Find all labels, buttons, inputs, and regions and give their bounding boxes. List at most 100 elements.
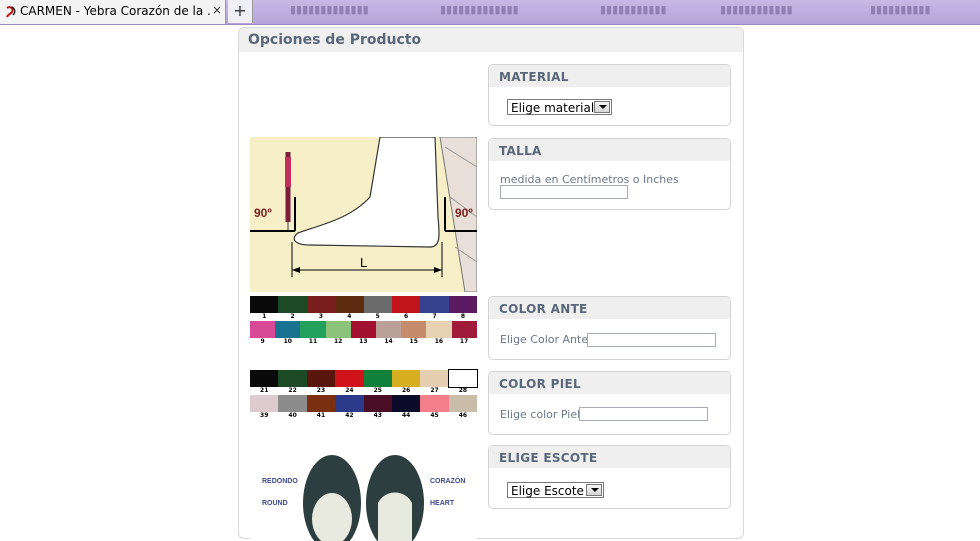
color-piel-label: Elige color Piel: [500, 408, 581, 421]
swatch-number: 41: [316, 412, 326, 419]
swatch-number: 6: [404, 313, 409, 320]
material-select-value: Elige material: [511, 101, 595, 115]
color-swatch: 22: [278, 370, 307, 394]
swatch-number: 21: [260, 387, 269, 394]
color-swatch: 10: [275, 321, 301, 345]
browser-tab-title: CARMEN - Yebra Corazón de la ...: [20, 4, 210, 18]
option-escote-header: ELIGE ESCOTE: [489, 446, 730, 468]
color-swatch: 14: [375, 321, 402, 345]
swatch-number: 5: [375, 313, 380, 320]
background-tab[interactable]: ▮▮▮▮▮▮▮▮▮▮▮▮: [720, 3, 793, 16]
ante-palette-row1: 1 2 3 4 5 6 7 8: [250, 296, 478, 320]
color-swatch: 2: [278, 296, 307, 320]
swatch-number: 17: [459, 338, 469, 345]
swatch-number: 24: [345, 387, 354, 394]
option-color-ante-header: COLOR ANTE: [489, 297, 730, 319]
swatch-number: 15: [409, 338, 418, 345]
browser-tab-active[interactable]: CARMEN - Yebra Corazón de la ... ×: [0, 0, 226, 24]
swatch-number: 44: [401, 412, 411, 419]
option-color-ante: COLOR ANTE Elige Color Ante: [488, 296, 731, 360]
shoe-escote-image: REDONDO ROUND CORAZÓN HEART: [250, 441, 477, 541]
color-ante-input[interactable]: [587, 333, 716, 347]
shape-label-round: ROUND: [262, 500, 288, 507]
swatch-number: 3: [318, 313, 324, 320]
color-swatch: 13: [350, 321, 376, 345]
color-swatch: 3: [306, 296, 336, 320]
option-material-header: MATERIAL: [489, 65, 730, 87]
color-swatch: 1: [250, 296, 279, 320]
browser-tab-strip: CARMEN - Yebra Corazón de la ... × + ▮▮▮…: [0, 0, 980, 25]
color-swatch: 6: [391, 296, 421, 320]
color-swatch: 9: [250, 321, 276, 345]
piel-palette-row2: 39 40 41 42 43 44 45 46: [250, 395, 478, 419]
shape-label-heart: HEART: [430, 500, 455, 507]
background-tab[interactable]: ▮▮▮▮▮▮▮▮▮▮▮▮▮: [440, 3, 519, 16]
background-tab[interactable]: ▮▮▮▮▮▮▮▮▮▮▮▮▮: [290, 3, 369, 16]
color-swatch: 12: [325, 321, 351, 345]
color-swatch: 15: [401, 321, 427, 345]
material-select[interactable]: Elige material: [507, 99, 612, 115]
panel-header: Opciones de Producto: [239, 28, 743, 52]
option-talla-header: TALLA: [489, 139, 730, 161]
background-tab[interactable]: ▮▮▮▮▮▮▮▮▮▮: [870, 3, 931, 16]
color-swatch: 24: [335, 370, 364, 394]
swatch-number: 45: [430, 412, 439, 419]
swatch-number: 13: [359, 338, 368, 345]
color-swatch: 43: [363, 395, 392, 419]
swatch-number: 7: [432, 313, 437, 320]
color-swatch: 39: [250, 395, 279, 419]
left-angle-label: 90º: [254, 206, 272, 220]
color-swatch: 42: [335, 395, 364, 419]
color-swatch: 21: [250, 370, 279, 394]
color-swatch: 4: [335, 296, 364, 320]
color-swatch: 45: [420, 395, 449, 419]
swatch-number: 43: [373, 412, 382, 419]
color-swatch: 41: [306, 395, 336, 419]
color-piel-input[interactable]: [579, 407, 708, 421]
color-ante-label: Elige Color Ante: [500, 333, 589, 346]
swatch-number: 16: [434, 338, 444, 345]
escote-select[interactable]: Elige Escote: [507, 482, 604, 498]
color-swatch: 8: [448, 296, 478, 320]
color-swatch: 26: [391, 370, 421, 394]
product-options-panel: Opciones de Producto 90º 90º L 12345678 …: [238, 27, 744, 541]
option-talla: TALLA medida en Centímetros o Inches: [488, 138, 731, 210]
swatch-number: 26: [401, 387, 411, 394]
color-swatch: 23: [306, 370, 336, 394]
foot-measurement-diagram: 90º 90º L: [250, 137, 477, 292]
swatch-number: 1: [262, 313, 267, 320]
color-swatch: 46: [448, 395, 478, 419]
swatch-number: 11: [308, 338, 318, 345]
color-swatch: 11: [300, 321, 326, 345]
talla-input[interactable]: [500, 185, 628, 199]
dropdown-arrow-icon[interactable]: [586, 484, 602, 496]
swatch-number: 40: [288, 412, 297, 419]
shape-label-corazon: CORAZÓN: [430, 476, 465, 485]
option-material: MATERIAL Elige material: [488, 64, 731, 126]
swatch-number: 39: [260, 412, 269, 419]
swatch-number: 10: [283, 338, 292, 345]
swatch-number: 42: [345, 412, 354, 419]
color-swatch: 17: [451, 321, 477, 345]
swatch-number: 14: [384, 338, 393, 345]
color-swatch: 27: [420, 370, 449, 394]
piel-palette-row1: 21 22 23 24 25 26 27 28: [250, 369, 479, 394]
swatch-number: 2: [290, 313, 295, 320]
color-swatch: 7: [420, 296, 449, 320]
color-swatch: 28: [447, 369, 479, 394]
swatch-number: 28: [458, 387, 468, 394]
color-swatch: 44: [391, 395, 421, 419]
color-swatch: 5: [363, 296, 392, 320]
option-color-piel: COLOR PIEL Elige color Piel: [488, 371, 731, 435]
background-tab[interactable]: ▮▮▮▮▮▮▮▮▮▮▮: [600, 3, 667, 16]
shape-label-redondo: REDONDO: [262, 478, 298, 485]
swatch-number: 12: [333, 338, 343, 345]
new-tab-button[interactable]: +: [228, 0, 253, 23]
swatch-number: 27: [430, 387, 439, 394]
tab-close-icon[interactable]: ×: [212, 3, 222, 17]
color-swatch: 25: [363, 370, 392, 394]
color-swatch: 16: [426, 321, 452, 345]
dropdown-arrow-icon[interactable]: [594, 101, 610, 113]
swatch-number: 22: [288, 387, 297, 394]
swatch-number: 46: [458, 412, 468, 419]
